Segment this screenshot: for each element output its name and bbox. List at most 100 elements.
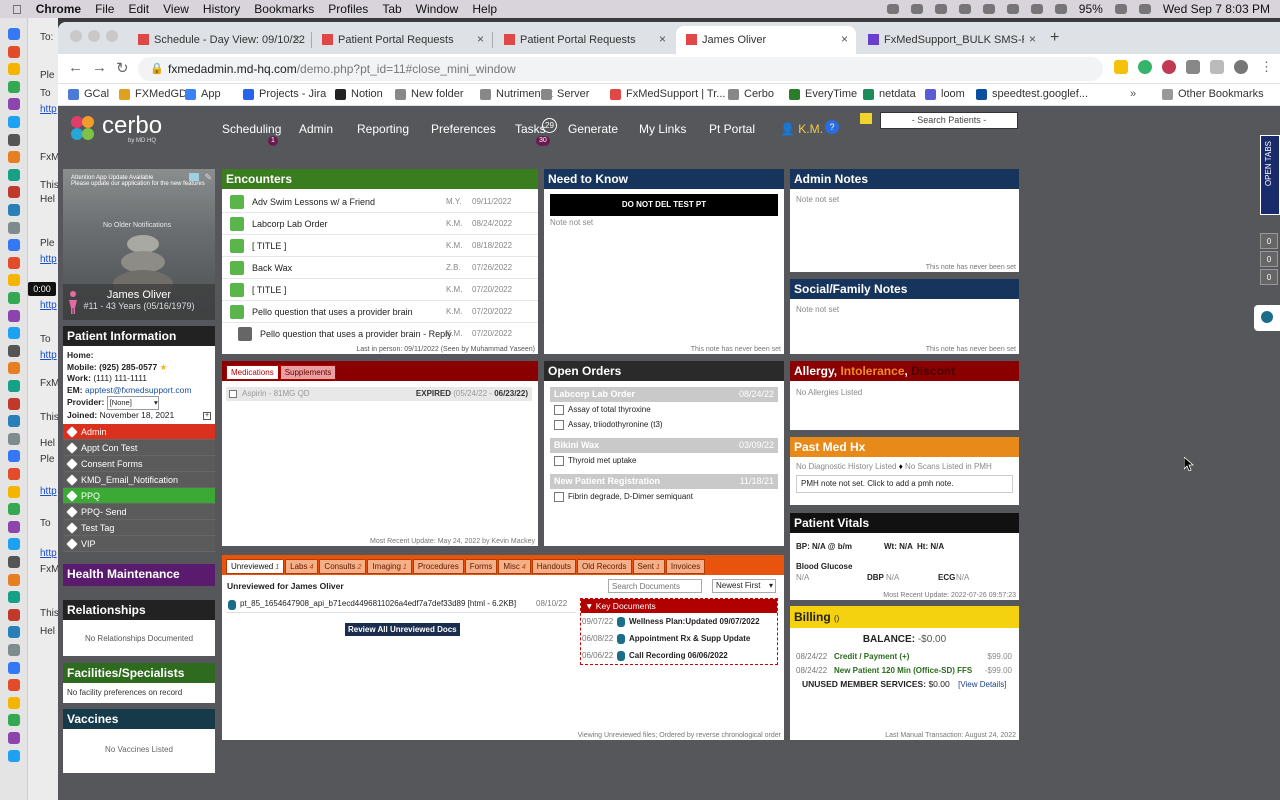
close-window-button[interactable] — [70, 30, 82, 42]
pmh-note[interactable]: PMH note not set. Click to add a pmh not… — [796, 475, 1013, 493]
sidebar-icon[interactable] — [1210, 60, 1224, 74]
document-row[interactable]: pt_85_1654647908_api_b71ecd4496811026a4e… — [226, 597, 576, 613]
bookmark-item[interactable]: netdata — [863, 88, 916, 100]
nav-admin[interactable]: Admin — [299, 122, 333, 136]
more-menu-icon[interactable]: ⋮ — [1260, 59, 1273, 75]
tab-patient-portal-1[interactable]: Patient Portal Requests × — [312, 26, 492, 54]
bluetooth-icon[interactable] — [1054, 4, 1067, 14]
patient-tag[interactable]: Appt Con Test — [63, 440, 215, 456]
order-group-header[interactable]: New Patient Registration 11/18/21 — [550, 474, 778, 489]
bookmarks-overflow-icon[interactable]: » — [1130, 88, 1136, 100]
menu-edit[interactable]: Edit — [128, 2, 149, 16]
dock-app-icon[interactable] — [8, 362, 20, 375]
order-item[interactable]: Assay, triiodothyronine (t3) — [550, 417, 778, 432]
encounter-row[interactable]: Labcorp Lab Order K.M. 08/24/2022 — [222, 213, 538, 235]
dock-app-icon[interactable] — [8, 116, 20, 128]
bookmark-item[interactable]: GCal — [68, 88, 109, 100]
dock-app-icon[interactable] — [8, 327, 20, 340]
bookmark-item[interactable]: FxMedSupport | Tr... — [610, 88, 725, 100]
dock-app-icon[interactable] — [8, 573, 20, 586]
patient-tag[interactable]: Admin — [63, 424, 215, 440]
encounter-title[interactable]: [ TITLE ] — [252, 285, 286, 295]
recording-timer[interactable]: 0:00 — [28, 282, 56, 296]
key-document-row[interactable]: 09/07/22 Wellness Plan:Updated 09/07/2022 — [581, 613, 777, 630]
health-maintenance-panel[interactable]: Health Maintenance — [63, 564, 215, 586]
menu-tab[interactable]: Tab — [382, 2, 401, 16]
order-item[interactable]: Thyroid met uptake — [550, 453, 778, 468]
dock-app-icon[interactable] — [8, 520, 20, 533]
profile-avatar[interactable] — [1234, 60, 1248, 74]
dock-app-icon[interactable] — [8, 186, 20, 199]
other-bookmarks[interactable]: Other Bookmarks — [1162, 88, 1264, 100]
menu-bookmarks[interactable]: Bookmarks — [254, 2, 314, 16]
vitals-dbp-label[interactable]: DBP — [867, 573, 884, 582]
battery-percent[interactable]: 95% — [1079, 2, 1103, 16]
key-document-title[interactable]: Wellness Plan:Updated 09/07/2022 — [629, 617, 760, 626]
document-filename[interactable]: pt_85_1654647908_api_b71ecd4496811026a4e… — [240, 599, 516, 608]
tray-icon[interactable] — [910, 4, 923, 14]
encounter-row[interactable]: [ TITLE ] K.M. 07/20/2022 — [222, 279, 538, 301]
dock-app-icon[interactable] — [8, 239, 20, 252]
menu-profiles[interactable]: Profiles — [328, 2, 368, 16]
document-tab[interactable]: Labs 4 — [285, 559, 319, 574]
wifi-icon[interactable] — [1030, 4, 1043, 14]
dock-app-icon[interactable] — [8, 468, 20, 480]
dock-app-icon[interactable] — [8, 28, 20, 40]
bookmark-item[interactable]: loom — [925, 88, 965, 100]
dock-app-icon[interactable] — [8, 538, 20, 551]
provider-select[interactable]: [None] ▾ — [106, 396, 159, 410]
tab-medications[interactable]: Medications — [226, 365, 279, 380]
document-tab[interactable]: Old Records — [577, 559, 632, 574]
order-item[interactable]: Assay of total thyroxine — [550, 402, 778, 417]
menu-file[interactable]: File — [95, 2, 114, 16]
sort-select[interactable]: Newest First ▾ — [712, 579, 776, 593]
document-tab[interactable]: Sent 1 — [632, 559, 665, 574]
key-document-row[interactable]: 06/06/22 Call Recording 06/06/2022 — [581, 647, 777, 664]
nav-pt-portal[interactable]: Pt Portal — [709, 122, 755, 136]
star-icon[interactable]: ★ — [160, 362, 168, 372]
encounter-row[interactable]: Pello question that uses a provider brai… — [222, 301, 538, 323]
menu-help[interactable]: Help — [472, 2, 497, 16]
close-tab-icon[interactable]: × — [1029, 32, 1036, 46]
tray-icon[interactable] — [958, 4, 971, 14]
dock-app-icon[interactable] — [8, 151, 20, 164]
tab-patient-portal-2[interactable]: Patient Portal Requests × — [494, 26, 674, 54]
dock-app-icon[interactable] — [8, 415, 20, 428]
help-icon[interactable]: ? — [825, 120, 839, 134]
dock-app-icon[interactable] — [8, 309, 20, 322]
bookmark-item[interactable]: Cerbo — [728, 88, 774, 100]
encounter-title[interactable]: Pello question that uses a provider brai… — [260, 329, 452, 339]
dock-app-icon[interactable] — [8, 45, 20, 58]
bookmark-item[interactable]: Projects - Jira — [243, 88, 326, 100]
tab-james-oliver[interactable]: James Oliver × — [676, 26, 856, 54]
tab-supplements[interactable]: Supplements — [279, 365, 337, 380]
nav-my-links[interactable]: My Links — [639, 122, 686, 136]
dock-app-icon[interactable] — [8, 714, 20, 727]
open-tabs-toggle[interactable]: OPEN TABS — [1260, 135, 1280, 215]
tab-fxmedsupport[interactable]: FxMedSupport_BULK SMS-REP × — [858, 26, 1044, 54]
vitals-bp[interactable]: BP: N/A @ b/m — [796, 542, 852, 551]
dock-app-icon[interactable] — [8, 168, 20, 181]
dock-app-icon[interactable] — [8, 503, 20, 516]
work-value[interactable]: (111) 111-1111 — [93, 373, 147, 383]
billing-row[interactable]: 08/24/22 Credit / Payment (+) $99.00 — [796, 650, 1016, 664]
patient-tag[interactable]: Test Tag — [63, 520, 215, 536]
dock-app-icon[interactable] — [8, 732, 20, 744]
document-tab[interactable]: Unreviewed 1 — [226, 559, 285, 574]
dock-app-icon[interactable] — [8, 432, 20, 445]
dock-app-icon[interactable] — [8, 556, 20, 568]
add-icon[interactable]: + — [203, 411, 211, 420]
back-icon[interactable]: ← — [68, 59, 83, 76]
vitals-wt[interactable]: Wt: N/A — [884, 542, 913, 551]
dock-app-icon[interactable] — [8, 696, 20, 709]
tray-icon[interactable] — [982, 4, 995, 14]
dock-app-icon[interactable] — [8, 204, 20, 216]
close-tab-icon[interactable]: × — [659, 32, 666, 46]
need-to-know-banner[interactable]: DO NOT DEL TEST PT — [550, 194, 778, 216]
clock[interactable]: Wed Sep 7 8:03 PM — [1163, 2, 1270, 16]
tray-icon[interactable] — [934, 4, 947, 14]
tray-icon[interactable] — [1006, 4, 1019, 14]
patient-tag[interactable]: VIP — [63, 536, 215, 552]
extension-icon[interactable] — [1162, 60, 1176, 74]
view-details-link[interactable]: [View Details] — [958, 680, 1006, 689]
